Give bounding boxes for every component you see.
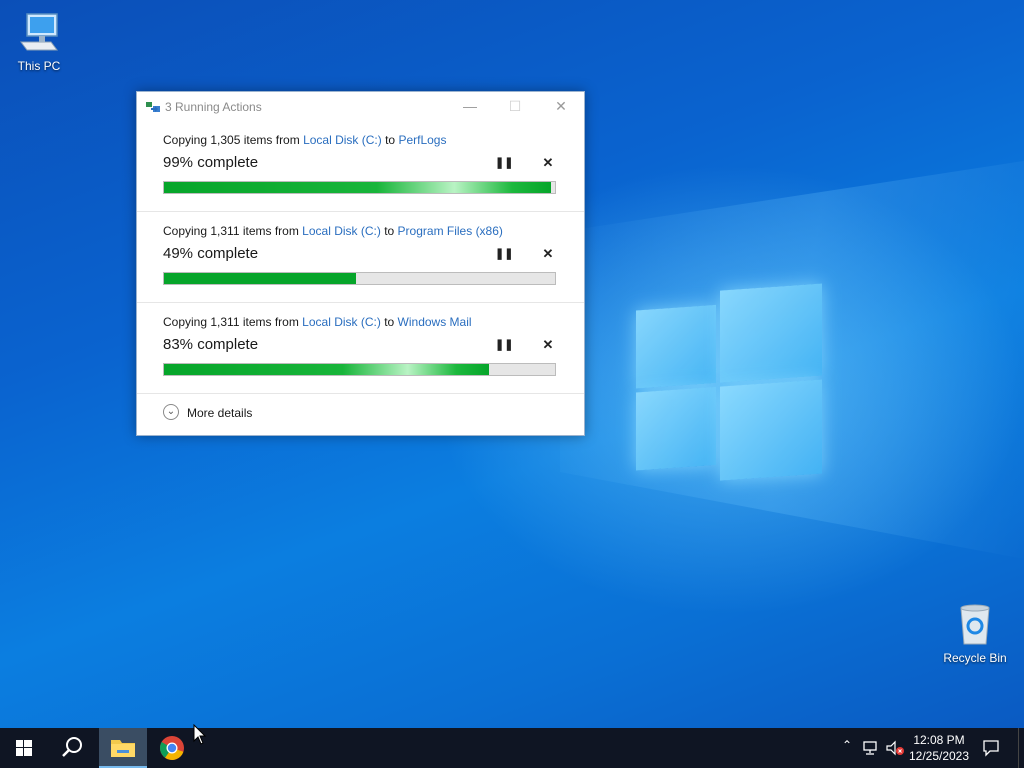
volume-muted-icon[interactable] (885, 740, 905, 756)
pause-button[interactable]: ❚❚ (495, 246, 514, 262)
pause-icon: ❚❚ (495, 339, 514, 351)
show-hidden-icons-button[interactable]: ⌃ (838, 738, 856, 758)
progress-fill (164, 364, 489, 375)
pause-icon: ❚❚ (495, 248, 514, 260)
destination-link[interactable]: Program Files (x86) (398, 224, 503, 238)
percent-complete: 83% complete (163, 336, 259, 353)
more-details-toggle[interactable]: ⌄ More details (137, 392, 584, 435)
file-explorer-icon (111, 740, 135, 757)
destination-link[interactable]: Windows Mail (398, 315, 472, 329)
taskbar: ⌃ 12:08 PM 12/25/2023 (0, 728, 1024, 768)
copy-files-icon (146, 102, 160, 112)
desktop: This PC Recycle Bin 3 Running Actions — … (0, 0, 1024, 728)
taskbar-file-explorer[interactable] (99, 728, 147, 768)
percent-complete: 99% complete (163, 154, 259, 171)
copy-task: Copying 1,305 items from Local Disk (C:)… (137, 121, 584, 212)
recycle-bin-icon (960, 604, 990, 645)
chevron-up-icon: ⌃ (841, 738, 853, 752)
copy-task: Copying 1,311 items from Local Disk (C:)… (137, 212, 584, 303)
desktop-icon-recycle-bin[interactable]: Recycle Bin (940, 602, 1010, 665)
search-icon (62, 737, 82, 757)
task-description: Copying 1,311 items from Local Disk (C:)… (163, 315, 472, 329)
close-icon: ✕ (542, 246, 554, 261)
windows-logo-wallpaper (636, 283, 822, 486)
system-clock[interactable]: 12:08 PM 12/25/2023 (905, 732, 973, 764)
this-pc-icon (20, 13, 58, 51)
progress-bar (163, 181, 556, 194)
clock-date: 12/25/2023 (908, 749, 970, 763)
progress-bar (163, 363, 556, 376)
close-icon: ✕ (542, 155, 554, 170)
pause-icon: ❚❚ (495, 157, 514, 169)
progress-fill (164, 182, 552, 193)
chrome-icon (160, 736, 184, 760)
close-icon: ✕ (542, 337, 554, 352)
source-link[interactable]: Local Disk (C:) (302, 315, 381, 329)
network-icon[interactable] (862, 740, 880, 756)
desktop-icon-label: Recycle Bin (943, 651, 1007, 665)
cancel-task-button[interactable]: ✕ (540, 155, 556, 171)
source-link[interactable]: Local Disk (C:) (302, 224, 381, 238)
dialog-title: 3 Running Actions (165, 100, 262, 114)
cancel-task-button[interactable]: ✕ (540, 246, 556, 262)
dialog-titlebar[interactable]: 3 Running Actions — ☐ ✕ (137, 92, 584, 121)
pause-button[interactable]: ❚❚ (495, 155, 514, 171)
start-button[interactable] (0, 728, 48, 768)
notification-icon[interactable] (982, 739, 1000, 757)
more-details-label: More details (187, 406, 253, 420)
progress-bar (163, 272, 556, 285)
clock-time: 12:08 PM (913, 733, 965, 747)
desktop-icon-this-pc[interactable]: This PC (4, 10, 74, 73)
cancel-task-button[interactable]: ✕ (540, 337, 556, 353)
copy-task: Copying 1,311 items from Local Disk (C:)… (137, 303, 584, 394)
task-description: Copying 1,305 items from Local Disk (C:)… (163, 133, 447, 147)
pause-button[interactable]: ❚❚ (495, 337, 514, 353)
taskbar-chrome[interactable] (148, 728, 196, 768)
close-button[interactable]: ✕ (538, 92, 584, 121)
task-description: Copying 1,311 items from Local Disk (C:)… (163, 224, 503, 238)
minimize-button[interactable]: — (447, 92, 493, 121)
show-desktop-button[interactable] (1018, 728, 1024, 768)
maximize-button: ☐ (508, 98, 522, 114)
progress-fill (164, 273, 356, 284)
search-button[interactable] (48, 728, 96, 768)
running-actions-dialog: 3 Running Actions — ☐ ✕ Copying 1,305 it… (136, 91, 585, 436)
source-link[interactable]: Local Disk (C:) (303, 133, 382, 147)
start-icon (16, 740, 32, 756)
percent-complete: 49% complete (163, 245, 259, 262)
destination-link[interactable]: PerfLogs (398, 133, 446, 147)
mouse-cursor-icon (193, 724, 207, 745)
chevron-down-icon: ⌄ (163, 404, 179, 420)
desktop-icon-label: This PC (17, 59, 61, 73)
